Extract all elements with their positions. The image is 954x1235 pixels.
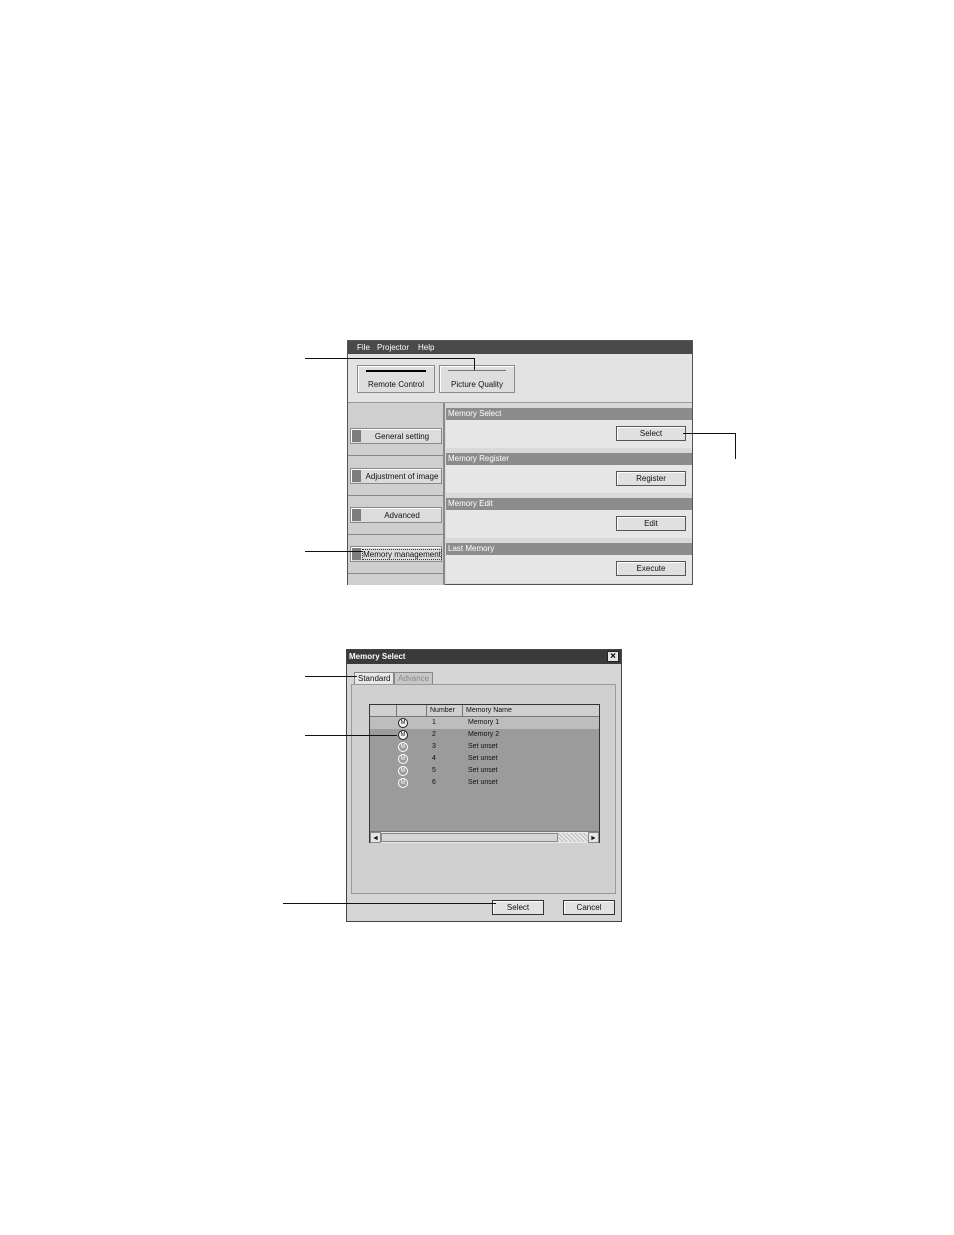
sidebar-item-marker [352,509,361,521]
close-icon[interactable]: × [607,651,619,662]
memory-unset-icon: M [398,778,408,788]
memory-set-icon: M [398,730,408,740]
sidebar-item-marker [352,470,361,482]
menu-bar: File Projector Help [348,341,692,354]
callout-line [305,676,357,677]
remote-control-button[interactable]: Remote Control [357,365,435,393]
memory-name: Set unset [468,767,498,774]
sidebar-item-marker [352,430,361,442]
memory-number: 4 [432,755,436,762]
cancel-button[interactable]: Cancel [563,900,615,915]
section-memory-register: Register [446,465,692,493]
memory-register-button[interactable]: Register [616,471,686,486]
column-header-blank[interactable] [370,705,397,716]
section-last-memory-header: Last Memory [446,543,692,555]
picture-quality-indicator [448,370,506,371]
sidebar-divider [348,573,443,574]
callout-line [305,735,397,736]
memory-unset-icon: M [398,754,408,764]
main-window: File Projector Help Remote Control Pictu… [347,340,693,585]
dialog-title: Memory Select [349,652,406,661]
last-memory-execute-button[interactable]: Execute [616,561,686,576]
sidebar-item-memory-management[interactable]: Memory management [350,546,442,562]
memory-unset-icon: M [398,766,408,776]
select-button[interactable]: Select [492,900,544,915]
menu-help[interactable]: Help [418,342,434,353]
memory-name: Set unset [468,743,498,750]
scrollbar-thumb[interactable] [381,833,558,842]
section-memory-select: Select [446,420,692,448]
callout-line [305,358,475,359]
scrollbar-track[interactable] [558,833,588,842]
memory-name: Set unset [468,755,498,762]
memory-number: 6 [432,779,436,786]
callout-line [474,358,475,370]
section-memory-select-header: Memory Select [446,408,692,420]
memory-select-dialog: Memory Select × Standard Advance Number … [346,649,622,922]
remote-control-indicator [366,370,426,372]
column-header-icon[interactable] [397,705,427,716]
sidebar-divider [348,534,443,535]
section-last-memory: Execute [446,555,692,583]
column-header-memory-name[interactable]: Memory Name [463,705,599,716]
toolbar: Remote Control Picture Quality [348,354,692,403]
sidebar-item-advanced[interactable]: Advanced [350,507,442,523]
sidebar-divider [348,455,443,456]
section-memory-edit-header: Memory Edit [446,498,692,510]
remote-control-label: Remote Control [367,380,425,389]
memory-list[interactable]: Number Memory Name M 1 Memory 1 M 2 Memo… [369,704,600,843]
callout-line [683,433,736,434]
memory-name: Set unset [468,779,498,786]
section-memory-register-header: Memory Register [446,453,692,465]
memory-set-icon: M [398,718,408,728]
scroll-right-icon[interactable]: ► [588,832,599,843]
memory-select-button[interactable]: Select [616,426,686,441]
memory-name: Memory 1 [468,719,500,726]
tab-standard[interactable]: Standard [354,672,395,684]
menu-projector[interactable]: Projector [377,342,409,353]
list-item[interactable]: M 3 Set unset [370,741,599,753]
sidebar-item-marker [352,548,361,560]
picture-quality-button[interactable]: Picture Quality [439,365,515,393]
sidebar-item-label: General setting [374,432,430,441]
list-item[interactable]: M 1 Memory 1 [370,717,599,729]
section-memory-edit: Edit [446,510,692,538]
memory-number: 2 [432,731,436,738]
sidebar-divider [348,495,443,496]
sidebar-item-general-setting[interactable]: General setting [350,428,442,444]
memory-number: 5 [432,767,436,774]
list-item[interactable]: M 5 Set unset [370,765,599,777]
memory-unset-icon: M [398,742,408,752]
memory-name: Memory 2 [468,731,500,738]
list-item[interactable]: M 2 Memory 2 [370,729,599,741]
sidebar: General setting Adjustment of image Adva… [348,403,445,585]
list-item[interactable]: M 6 Set unset [370,777,599,789]
callout-line [283,903,496,904]
dialog-divider [351,893,616,894]
memory-edit-button[interactable]: Edit [616,516,686,531]
memory-number: 1 [432,719,436,726]
picture-quality-label: Picture Quality [450,380,504,389]
callout-line [305,551,362,552]
dialog-title-bar: Memory Select × [347,650,621,664]
sidebar-item-label: Adjustment of image [365,472,439,481]
callout-line [735,433,736,459]
sidebar-item-adjustment-of-image[interactable]: Adjustment of image [350,468,442,484]
list-item[interactable]: M 4 Set unset [370,753,599,765]
menu-file[interactable]: File [357,342,370,353]
sidebar-item-label: Advanced [384,511,420,520]
scroll-left-icon[interactable]: ◄ [370,832,381,843]
column-header-number[interactable]: Number [427,705,463,716]
sidebar-item-label: Memory management [362,549,442,560]
list-header: Number Memory Name [370,705,599,717]
memory-number: 3 [432,743,436,750]
horizontal-scrollbar[interactable]: ◄ ► [370,831,599,843]
tab-advance[interactable]: Advance [394,672,434,684]
